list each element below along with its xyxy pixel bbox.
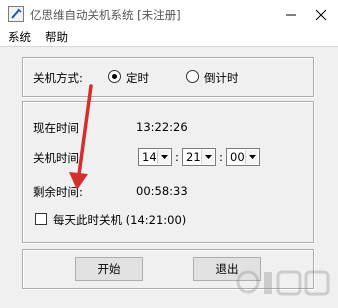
daily-shutdown-checkbox[interactable]	[35, 213, 47, 225]
minimize-icon	[286, 14, 296, 16]
remaining-time-value: 00:58:33	[136, 184, 188, 198]
menu-help[interactable]: 帮助	[45, 29, 68, 45]
second-dropdown-arrow[interactable]	[245, 150, 258, 164]
separator-colon: :	[175, 150, 179, 164]
chevron-down-icon	[161, 155, 168, 159]
current-time-label: 现在时间	[33, 121, 79, 135]
remaining-time-label: 剩余时间:	[33, 185, 83, 199]
radio-scheduled-label[interactable]: 定时	[126, 70, 149, 86]
radio-countdown-label[interactable]: 倒计时	[204, 70, 239, 86]
watermark-logo	[236, 270, 330, 296]
current-time-value: 13:22:26	[136, 120, 188, 134]
window-title: 亿思维自动关机系统 [未注册]	[30, 8, 181, 22]
minimize-button[interactable]	[276, 0, 306, 28]
daily-shutdown-label[interactable]: 每天此时关机 (14:21:00)	[53, 212, 186, 228]
radio-countdown[interactable]	[186, 70, 199, 83]
mode-group: 关机方式: 定时 倒计时	[22, 57, 314, 97]
hour-dropdown-arrow[interactable]	[157, 150, 170, 164]
shutdown-time-label: 关机时间	[33, 151, 79, 165]
radio-scheduled[interactable]	[108, 70, 121, 83]
title-bar[interactable]: 亿思维自动关机系统 [未注册]	[0, 0, 338, 28]
mode-label: 关机方式:	[33, 71, 83, 85]
chevron-down-icon	[249, 155, 256, 159]
app-icon	[8, 6, 24, 22]
close-icon	[315, 9, 327, 21]
menu-system[interactable]: 系统	[8, 29, 31, 45]
menu-bar: 系统 帮助	[0, 28, 338, 46]
hour-select[interactable]: 14	[138, 148, 172, 166]
start-button[interactable]: 开始	[75, 257, 143, 281]
close-button[interactable]	[306, 0, 336, 28]
time-group: 现在时间 13:22:26 关机时间 14 : 21 : 00 剩余时间: 00…	[22, 101, 314, 243]
minute-select[interactable]: 21	[182, 148, 216, 166]
minute-dropdown-arrow[interactable]	[201, 150, 214, 164]
separator-colon: :	[219, 150, 223, 164]
second-select[interactable]: 00	[226, 148, 260, 166]
chevron-down-icon	[205, 155, 212, 159]
